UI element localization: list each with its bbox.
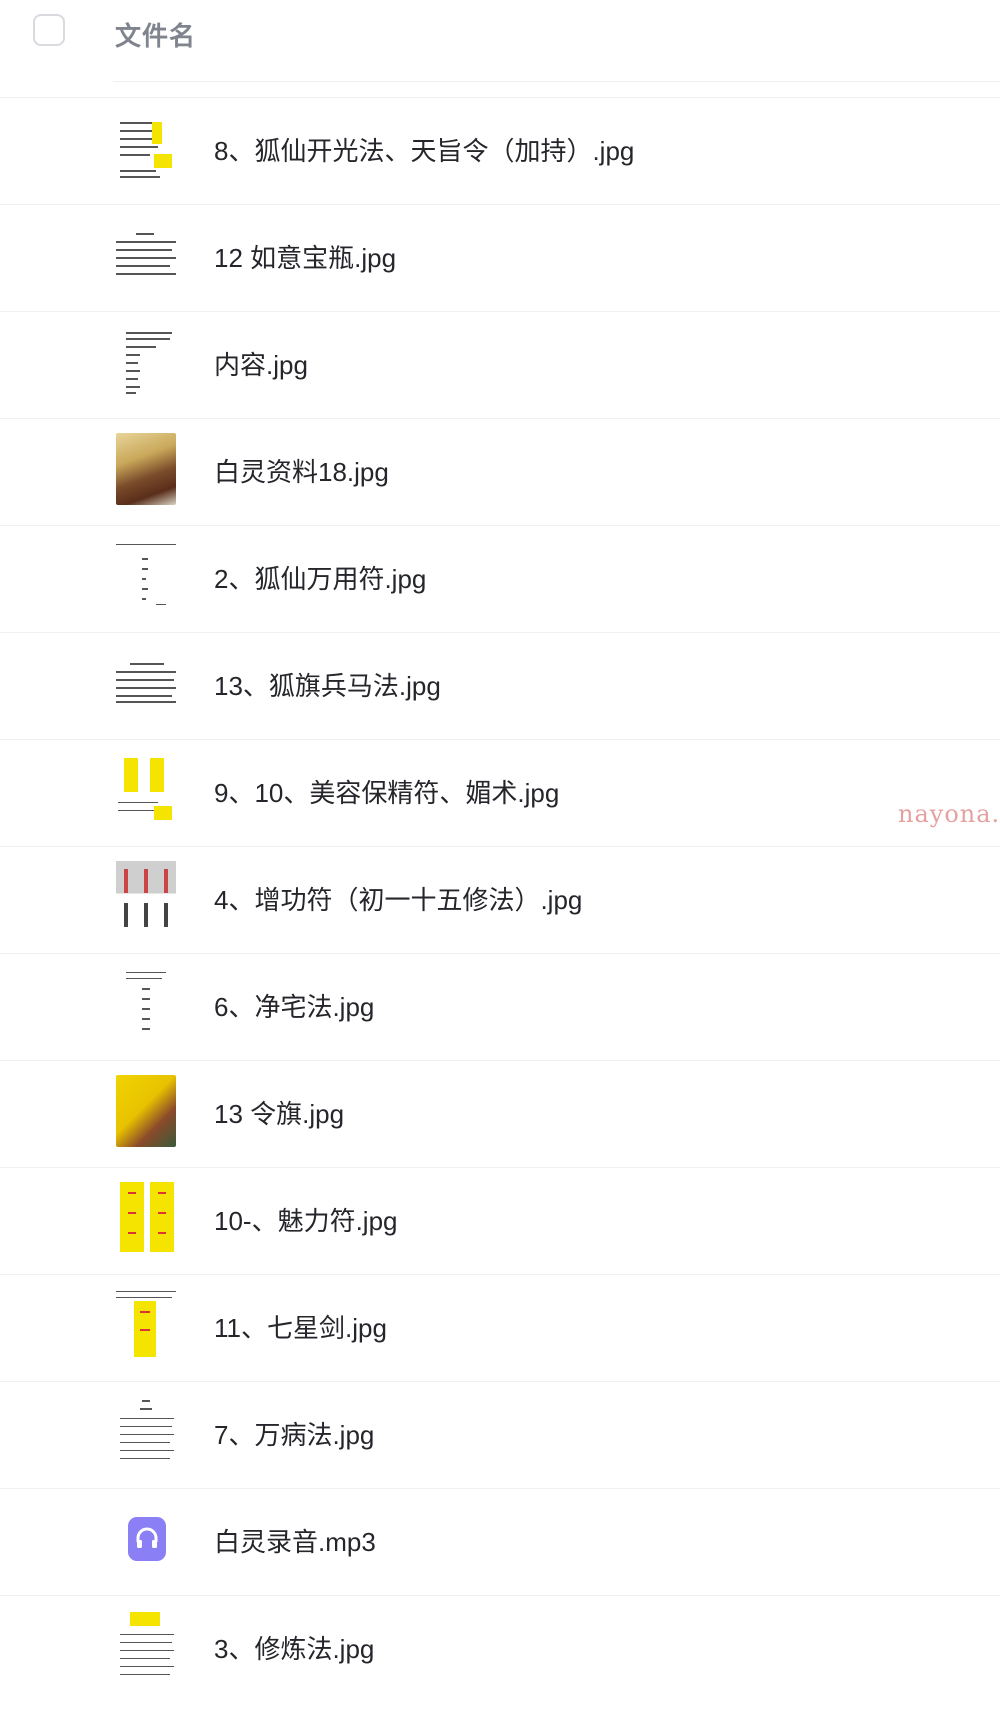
photo-food-icon [116, 433, 176, 505]
file-name[interactable]: 10-、魅力符.jpg [214, 1168, 398, 1274]
header-divider [113, 81, 1000, 82]
doc-text-icon [116, 1396, 176, 1468]
talisman-red-grid-icon [116, 861, 176, 933]
file-row[interactable]: 8、狐仙开光法、天旨令（加持）.jpg [0, 97, 1000, 204]
file-name[interactable]: 8、狐仙开光法、天旨令（加持）.jpg [214, 98, 634, 204]
file-name[interactable]: 13 令旗.jpg [214, 1061, 344, 1167]
file-name[interactable]: 内容.jpg [214, 312, 308, 418]
file-list: 8、狐仙开光法、天旨令（加持）.jpg 12 如意宝瓶.jpg 内容.jpg 白… [0, 97, 1000, 1702]
file-row[interactable]: 内容.jpg [0, 311, 1000, 418]
doc-sparse-icon [116, 540, 176, 612]
file-name[interactable]: 6、净宅法.jpg [214, 954, 374, 1060]
photo-flag-icon [116, 1075, 176, 1147]
doc-yellow-right-icon [116, 112, 176, 184]
file-name[interactable]: 11、七星剑.jpg [214, 1275, 387, 1381]
doc-list-icon [116, 326, 176, 398]
file-row[interactable]: 10-、魅力符.jpg [0, 1167, 1000, 1274]
file-row[interactable]: 2、狐仙万用符.jpg [0, 525, 1000, 632]
file-row[interactable]: 4、增功符（初一十五修法）.jpg [0, 846, 1000, 953]
file-name[interactable]: 13、狐旗兵马法.jpg [214, 633, 441, 739]
talisman-yellow-pair-icon [116, 754, 176, 826]
list-header: 文件名 [0, 0, 1000, 82]
file-row[interactable]: 13、狐旗兵马法.jpg [0, 632, 1000, 739]
select-all-checkbox[interactable] [33, 14, 65, 46]
talisman-yellow-single-icon [116, 1289, 176, 1361]
file-name[interactable]: 3、修炼法.jpg [214, 1596, 374, 1702]
audio-headphones-icon [116, 1503, 176, 1575]
doc-yellow-top-icon [116, 1610, 176, 1682]
file-row[interactable]: 白灵录音.mp3 [0, 1488, 1000, 1595]
file-name[interactable]: 白灵资料18.jpg [214, 419, 389, 525]
doc-sparse-icon [116, 968, 176, 1040]
file-row[interactable]: 7、万病法.jpg [0, 1381, 1000, 1488]
file-name[interactable]: 白灵录音.mp3 [214, 1489, 376, 1595]
file-name[interactable]: 2、狐仙万用符.jpg [214, 526, 426, 632]
file-name[interactable]: 7、万病法.jpg [214, 1382, 374, 1488]
file-row[interactable]: 3、修炼法.jpg [0, 1595, 1000, 1702]
column-header-filename[interactable]: 文件名 [115, 16, 196, 53]
watermark: nayona. [898, 800, 1000, 828]
file-name[interactable]: 12 如意宝瓶.jpg [214, 205, 396, 311]
doc-text-icon [116, 219, 176, 291]
doc-text-icon [116, 647, 176, 719]
file-row[interactable]: 6、净宅法.jpg [0, 953, 1000, 1060]
file-name[interactable]: 4、增功符（初一十五修法）.jpg [214, 847, 582, 953]
file-row[interactable]: 11、七星剑.jpg [0, 1274, 1000, 1381]
file-row[interactable]: 白灵资料18.jpg [0, 418, 1000, 525]
file-row[interactable]: 13 令旗.jpg [0, 1060, 1000, 1167]
file-name[interactable]: 9、10、美容保精符、媚术.jpg [214, 740, 559, 846]
talisman-yellow-pair-icon [116, 1182, 176, 1254]
file-row[interactable]: 12 如意宝瓶.jpg [0, 204, 1000, 311]
file-row[interactable]: 9、10、美容保精符、媚术.jpg [0, 739, 1000, 846]
